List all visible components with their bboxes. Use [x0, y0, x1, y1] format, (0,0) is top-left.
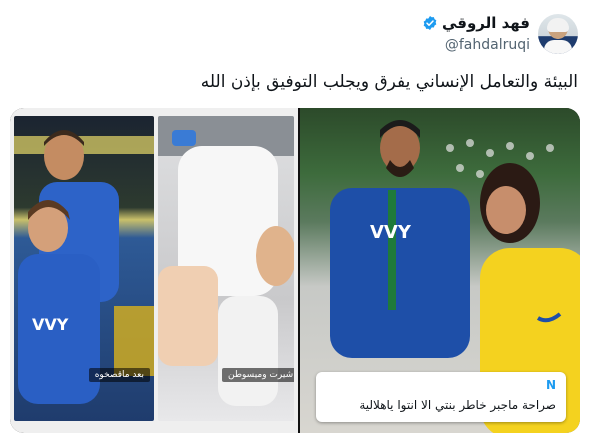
- reply-initial: N: [545, 378, 556, 392]
- avatar-headdress: [547, 18, 569, 32]
- right-photo-caption: شيرت وميسوطن: [222, 368, 294, 382]
- left-photo-boys-in-hilal-shirts: VVY بعد ماقصخوه: [14, 116, 154, 421]
- reply-text: صراحة ماجبر خاطر بنتي الا انتوا ياهلالية: [359, 398, 556, 412]
- media-image-left[interactable]: VVY بعد ماقصخوه شيرت وميسوطن: [10, 108, 298, 433]
- author-name-row[interactable]: فهد الروقي: [422, 14, 530, 32]
- verified-badge-icon: [423, 16, 437, 30]
- author-handle[interactable]: @fahdalruqi: [445, 37, 530, 53]
- left-photo-caption: بعد ماقصخوه: [88, 368, 150, 382]
- author-avatar[interactable]: [538, 14, 578, 54]
- svg-text:VVY: VVY: [370, 222, 412, 243]
- reply-overlay-card: N صراحة ماجبر خاطر بنتي الا انتوا ياهلال…: [316, 372, 566, 422]
- right-photo-boys-in-white-shirts: شيرت وميسوطن: [158, 116, 294, 421]
- svg-text:VVY: VVY: [32, 315, 69, 334]
- tweet-text: البيئة والتعامل الإنساني يفرق ويجلب التو…: [200, 72, 578, 92]
- tweet-card[interactable]: فهد الروقي @fahdalruqi البيئة والتعامل ا…: [0, 0, 590, 440]
- author-display-name[interactable]: فهد الروقي: [442, 14, 530, 32]
- avatar-shoulders: [544, 40, 572, 54]
